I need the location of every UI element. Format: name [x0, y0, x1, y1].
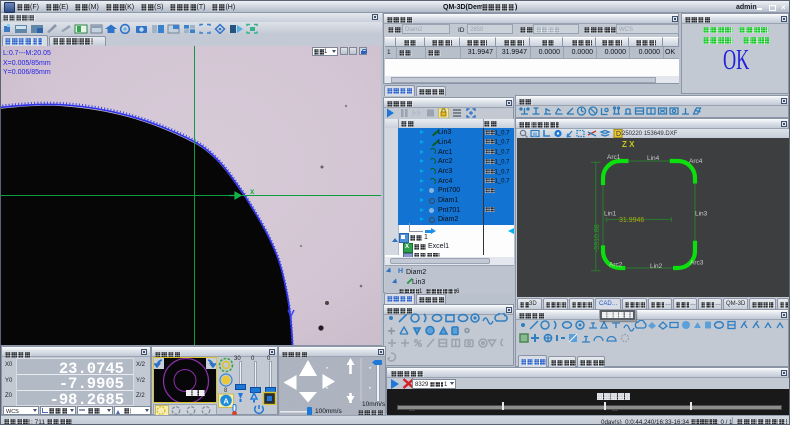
svg-text:Arc2: Arc2 [609, 262, 623, 269]
svg-text:-5910.88: -5910.88 [594, 224, 601, 252]
svg-text:Arc1: Arc1 [607, 154, 621, 161]
svg-text:x: x [250, 187, 255, 196]
svg-text:Arc4: Arc4 [689, 158, 703, 165]
svg-text:D: D [616, 131, 621, 138]
svg-text:A: A [223, 397, 229, 406]
svg-text:Lin4: Lin4 [647, 155, 660, 162]
svg-text:Lin3: Lin3 [695, 211, 708, 218]
svg-text:Arc3: Arc3 [690, 260, 704, 267]
svg-text:Lin2: Lin2 [650, 263, 663, 270]
svg-text:31.9946: 31.9946 [619, 217, 644, 224]
svg-text:Lin1: Lin1 [604, 211, 617, 218]
svg-text:8: 8 [224, 388, 228, 394]
